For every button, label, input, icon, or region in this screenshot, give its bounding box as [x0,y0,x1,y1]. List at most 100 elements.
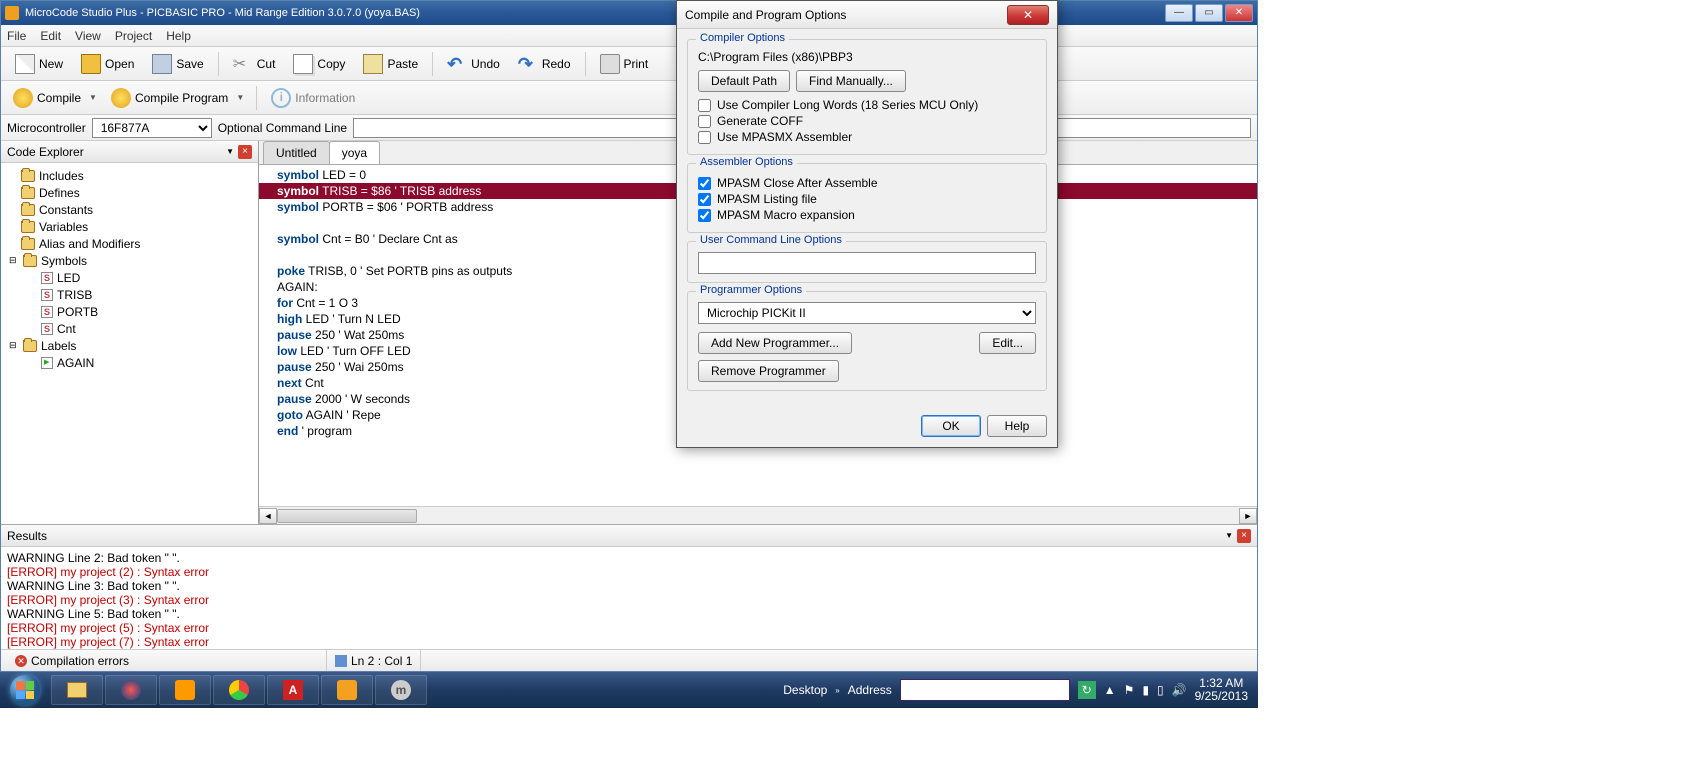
mpasm-macro-checkbox[interactable]: MPASM Macro expansion [698,208,1036,222]
minimize-button[interactable]: — [1165,4,1193,22]
results-panel: Results ▼ × WARNING Line 2: Bad token " … [1,524,1257,649]
microcontroller-select[interactable]: 16F877A [92,118,212,138]
start-button[interactable] [0,672,50,708]
tray-flag-icon[interactable]: ⚑ [1124,683,1135,697]
taskbar[interactable]: A m Desktop » Address ↻ ▲ ⚑ ▮ ▯ 🔊 1:32 A… [0,672,1258,708]
panel-dropdown-icon[interactable]: ▼ [1225,531,1233,540]
main-window: MicroCode Studio Plus - PICBASIC PRO - M… [0,0,1258,672]
results-header: Results ▼ × [1,525,1257,547]
tree-symbol-item[interactable]: SPORTB [1,303,258,320]
panel-dropdown-icon[interactable]: ▼ [226,147,234,156]
undo-button[interactable]: ↶Undo [439,50,508,78]
remove-programmer-button[interactable]: Remove Programmer [698,360,839,382]
app2-icon: m [391,680,411,700]
mpasm-close-checkbox[interactable]: MPASM Close After Assemble [698,176,1036,190]
code-explorer-header: Code Explorer ▼ × [1,141,258,163]
programmer-options-group: Programmer Options Microchip PICKit II A… [687,291,1047,391]
address-label: Address [848,683,892,697]
add-programmer-button[interactable]: Add New Programmer... [698,332,852,354]
tree-labels[interactable]: ⊟Labels [1,337,258,354]
tab-untitled[interactable]: Untitled [263,141,330,164]
taskbar-media[interactable] [159,675,211,705]
symbol-icon: S [41,272,53,284]
taskbar-microcode[interactable] [321,675,373,705]
long-words-checkbox[interactable]: Use Compiler Long Words (18 Series MCU O… [698,98,1036,112]
title-bar[interactable]: MicroCode Studio Plus - PICBASIC PRO - M… [1,1,1257,25]
open-button[interactable]: Open [73,50,142,78]
tab-yoya[interactable]: yoya [329,141,380,164]
horizontal-scrollbar[interactable]: ◄ ► [259,506,1257,524]
taskbar-chrome[interactable] [213,675,265,705]
code-explorer-panel: Code Explorer ▼ × Includes Defines Const… [1,141,259,524]
tray-signal-icon[interactable]: ▯ [1157,683,1164,697]
print-icon [600,54,620,74]
tree-symbol-item[interactable]: STRISB [1,286,258,303]
cut-icon: ✂ [233,54,253,74]
menu-project[interactable]: Project [115,29,152,43]
taskbar-explorer[interactable] [51,675,103,705]
symbol-icon: S [41,323,53,335]
mpasm-listing-checkbox[interactable]: MPASM Listing file [698,192,1036,206]
menu-help[interactable]: Help [166,29,191,43]
chrome-icon [229,680,249,700]
dialog-close-button[interactable]: ✕ [1007,5,1049,25]
default-path-button[interactable]: Default Path [698,70,790,92]
folder-icon [23,255,37,267]
print-button[interactable]: Print [592,50,657,78]
compile-icon [13,88,33,108]
compile-program-icon [111,88,131,108]
copy-button[interactable]: Copy [285,50,353,78]
tray-up-icon[interactable]: ▲ [1104,683,1116,697]
explorer-icon [67,682,87,698]
programmer-select[interactable]: Microchip PICKit II [698,302,1036,324]
cut-button[interactable]: ✂Cut [225,50,284,78]
chevron-right-icon: » [835,686,839,695]
information-button[interactable]: iInformation [263,84,363,112]
show-desktop[interactable]: Desktop [783,683,827,697]
taskbar-clock[interactable]: 1:32 AM 9/25/2013 [1195,677,1248,703]
results-output[interactable]: WARNING Line 2: Bad token " ".[ERROR] my… [1,547,1257,649]
folder-icon [21,204,35,216]
undo-icon: ↶ [447,54,467,74]
tray-network-icon[interactable]: ▮ [1142,683,1149,697]
compile-program-button[interactable]: Compile Program [105,84,250,112]
taskbar-app2[interactable]: m [375,675,427,705]
user-command-line-input[interactable] [698,252,1036,274]
go-icon[interactable]: ↻ [1078,681,1096,699]
ok-button[interactable]: OK [921,415,981,437]
scroll-right-icon[interactable]: ► [1239,508,1257,524]
save-button[interactable]: Save [144,50,211,78]
tree-symbol-item[interactable]: SCnt [1,320,258,337]
edit-programmer-button[interactable]: Edit... [979,332,1036,354]
menu-view[interactable]: View [75,29,101,43]
redo-button[interactable]: ↷Redo [510,50,579,78]
taskbar-app[interactable] [105,675,157,705]
close-button[interactable]: ✕ [1225,4,1253,22]
find-manually-button[interactable]: Find Manually... [796,70,906,92]
tray-volume-icon[interactable]: 🔊 [1172,683,1187,697]
maximize-button[interactable]: ▭ [1195,4,1223,22]
tree-label-item[interactable]: AGAIN [1,354,258,371]
paste-button[interactable]: Paste [355,50,426,78]
generate-coff-checkbox[interactable]: Generate COFF [698,114,1036,128]
copy-icon [293,54,313,74]
tree-symbols[interactable]: ⊟Symbols [1,252,258,269]
menu-file[interactable]: File [7,29,26,43]
toolbar-main: New Open Save ✂Cut Copy Paste ↶Undo ↷Red… [1,47,1257,81]
new-button[interactable]: New [7,50,71,78]
compile-button[interactable]: Compile [7,84,103,112]
mpasmx-checkbox[interactable]: Use MPASMX Assembler [698,130,1036,144]
menu-edit[interactable]: Edit [40,29,61,43]
code-explorer-tree[interactable]: Includes Defines Constants Variables Ali… [1,163,258,524]
folder-icon [21,238,35,250]
tree-symbol-item[interactable]: SLED [1,269,258,286]
taskbar-adobe[interactable]: A [267,675,319,705]
address-input[interactable] [900,679,1070,701]
dialog-title-bar[interactable]: Compile and Program Options ✕ [677,1,1057,29]
panel-close-icon[interactable]: × [238,145,252,159]
scroll-left-icon[interactable]: ◄ [259,508,277,524]
media-icon [175,680,195,700]
panel-close-icon[interactable]: × [1237,529,1251,543]
compiler-options-group: Compiler Options C:\Program Files (x86)\… [687,39,1047,155]
help-button[interactable]: Help [987,415,1047,437]
